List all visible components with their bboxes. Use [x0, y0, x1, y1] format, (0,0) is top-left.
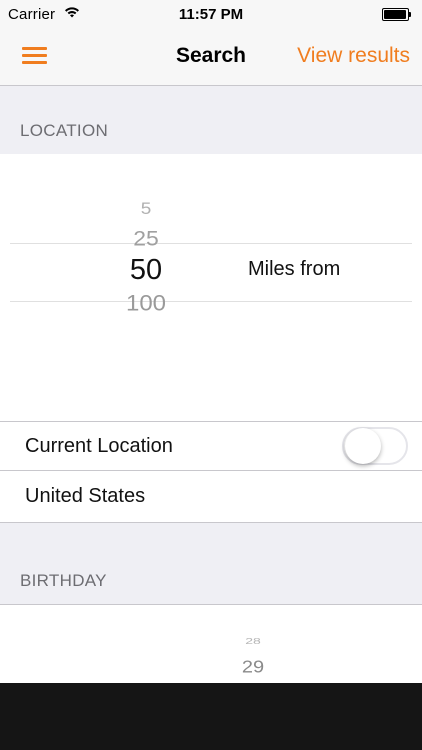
current-location-label: Current Location — [25, 435, 173, 457]
picker-option-selected[interactable]: 50 — [86, 254, 206, 287]
picker-option[interactable]: 100 — [86, 291, 206, 317]
current-location-toggle[interactable] — [342, 427, 408, 465]
location-header-label: LOCATION — [20, 121, 109, 140]
current-location-row[interactable]: Current Location — [0, 421, 422, 470]
birthday-card: 28 29 — [0, 604, 422, 683]
picker-selection-top-line — [10, 243, 412, 244]
country-label: United States — [25, 485, 146, 507]
location-card: 5 25 50 100 Miles from Current Location … — [0, 154, 422, 522]
country-row[interactable]: United States — [0, 470, 422, 522]
birthday-picker-option[interactable]: 28 — [193, 636, 313, 646]
picker-option[interactable]: 5 — [86, 201, 206, 220]
birthday-picker-option[interactable]: 29 — [193, 657, 313, 678]
status-bar: Carrier 11:57 PM — [0, 0, 422, 30]
miles-from-label: Miles from — [248, 258, 341, 280]
birthday-header-label: BIRTHDAY — [20, 571, 107, 590]
battery-icon — [382, 8, 412, 21]
navigation-bar: Search View results — [0, 30, 422, 86]
view-results-button[interactable]: View results — [297, 44, 410, 68]
clock: 11:57 PM — [178, 6, 244, 23]
picker-option[interactable]: 25 — [86, 226, 206, 251]
toggle-knob — [345, 428, 381, 464]
location-section-header: LOCATION — [0, 86, 422, 154]
birthday-section-header: BIRTHDAY — [0, 522, 422, 604]
birthday-picker[interactable]: 28 29 — [0, 605, 422, 684]
distance-picker[interactable]: 5 25 50 100 Miles from — [0, 154, 422, 421]
bottom-bar — [0, 683, 422, 750]
picker-selection-bottom-line — [10, 301, 412, 302]
